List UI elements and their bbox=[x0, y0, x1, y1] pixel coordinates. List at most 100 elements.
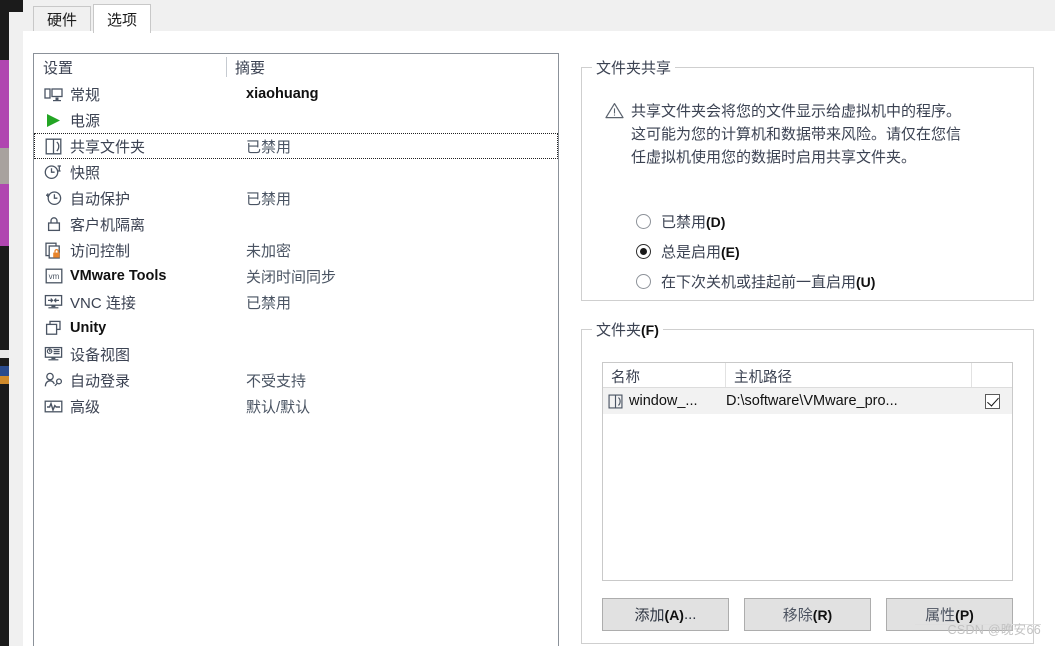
sharing-radio-accelerator: (D) bbox=[706, 213, 726, 230]
settings-row-12[interactable]: 自动登录 不受支持 bbox=[34, 367, 558, 393]
sharing-mode-radio-group: 已禁用(D) 总是启用(E) 在下次关机或挂起前一直启用(U) bbox=[636, 206, 875, 296]
settings-list-header: 设置 摘要 bbox=[34, 54, 558, 81]
settings-row-4[interactable]: 快照 bbox=[34, 159, 558, 185]
settings-row-label: 自动登录 bbox=[70, 372, 131, 390]
warning-triangle-icon bbox=[605, 100, 631, 169]
vmware-tools-icon: vm bbox=[43, 267, 64, 285]
device-view-icon bbox=[43, 345, 64, 363]
advanced-icon bbox=[43, 397, 64, 415]
monitor-icon bbox=[43, 85, 64, 103]
settings-row-label: VMware Tools bbox=[70, 268, 167, 284]
folder-name-text: window_... bbox=[629, 393, 698, 409]
folders-group: 文件夹(F) 名称 主机路径 window_... D:\software\VMw… bbox=[581, 319, 1034, 644]
folders-table-body: window_... D:\software\VMware_pro... bbox=[603, 388, 1012, 414]
settings-row-label: 电源 bbox=[70, 112, 101, 130]
shared-folder-icon bbox=[43, 137, 64, 155]
settings-row-6[interactable]: 客户机隔离 bbox=[34, 211, 558, 237]
settings-row-2[interactable]: 电源 bbox=[34, 107, 558, 133]
tab-hardware[interactable]: 硬件 bbox=[33, 6, 92, 32]
settings-row-9[interactable]: VNC 连接 已禁用 bbox=[34, 289, 558, 315]
background-window-edge bbox=[0, 0, 9, 646]
remove-folder-button[interactable]: 移除 (R) bbox=[744, 598, 871, 631]
button-accelerator: (A) bbox=[664, 606, 684, 623]
folders-legend: 文件夹(F) bbox=[592, 319, 663, 340]
svg-text:vm: vm bbox=[48, 272, 59, 281]
folders-table[interactable]: 名称 主机路径 window_... D:\software\VMware_pro… bbox=[602, 362, 1013, 581]
column-header-setting: 设置 bbox=[43, 60, 74, 77]
sharing-radio-text: 总是启用 bbox=[661, 243, 722, 261]
settings-row-label: 设备视图 bbox=[70, 346, 131, 364]
auto-login-icon bbox=[43, 371, 64, 389]
sharing-radio-label: 在下次关机或挂起前一直启用(U) bbox=[661, 271, 875, 292]
folder-row-icon bbox=[608, 393, 626, 409]
sharing-radio-text: 在下次关机或挂起前一直启用 bbox=[661, 273, 857, 291]
button-suffix: ... bbox=[683, 606, 697, 623]
watermark: CSDN @晚安66 bbox=[947, 623, 1041, 637]
folders-table-row[interactable]: window_... D:\software\VMware_pro... bbox=[603, 388, 1012, 414]
settings-row-label: 访问控制 bbox=[70, 242, 131, 260]
settings-row-10[interactable]: Unity bbox=[34, 315, 558, 341]
settings-row-summary: 已禁用 bbox=[246, 190, 292, 208]
settings-row-summary: xiaohuang bbox=[246, 86, 319, 102]
settings-row-summary: 默认/默认 bbox=[246, 398, 311, 416]
column-header-summary: 摘要 bbox=[235, 60, 266, 77]
radio-button-indicator[interactable] bbox=[636, 273, 651, 289]
radio-button-indicator[interactable] bbox=[636, 213, 651, 229]
vm-settings-options-window: 硬件 选项 设置 摘要 常规 xiaohuang 电源 共享文件夹 已禁用 快照 自动保护已… bbox=[0, 0, 1055, 646]
folders-col-name[interactable]: 名称 bbox=[603, 363, 726, 387]
folder-host-path-cell: D:\software\VMware_pro... bbox=[726, 393, 898, 409]
settings-row-summary: 已禁用 bbox=[246, 294, 292, 312]
folders-table-header: 名称 主机路径 bbox=[603, 363, 1012, 388]
autoprotect-icon bbox=[43, 189, 64, 207]
settings-row-1[interactable]: 常规 xiaohuang bbox=[34, 81, 558, 107]
folder-enabled-cell bbox=[972, 388, 1012, 414]
sharing-radio-text: 已禁用 bbox=[661, 213, 707, 231]
radio-button-indicator[interactable] bbox=[636, 243, 651, 259]
settings-row-8[interactable]: vm VMware Tools 关闭时间同步 bbox=[34, 263, 558, 289]
sharing-warning-text: 共享文件夹会将您的文件显示给虚拟机中的程序。这可能为您的计算机和数据带来风险。请… bbox=[631, 103, 962, 166]
sharing-warning: 共享文件夹会将您的文件显示给虚拟机中的程序。这可能为您的计算机和数据带来风险。请… bbox=[605, 100, 971, 169]
settings-row-summary: 关闭时间同步 bbox=[246, 268, 337, 286]
settings-row-summary: 不受支持 bbox=[246, 372, 307, 390]
settings-row-11[interactable]: 设备视图 bbox=[34, 341, 558, 367]
settings-row-label: Unity bbox=[70, 320, 107, 336]
unity-icon bbox=[43, 319, 64, 337]
settings-row-label: 常规 bbox=[70, 86, 101, 104]
tab-options-label: 选项 bbox=[107, 11, 138, 29]
settings-row-summary: 未加密 bbox=[246, 242, 292, 260]
settings-list-rows: 常规 xiaohuang 电源 共享文件夹 已禁用 快照 自动保护 已禁用 客户机隔离 访问控制未… bbox=[34, 81, 558, 419]
settings-row-label: 共享文件夹 bbox=[70, 138, 146, 156]
tab-bar: 硬件 选项 bbox=[23, 0, 1055, 33]
options-detail-pane: 文件夹共享 共享文件夹会将您的文件显示给虚拟机中的程序。这可能为您的计算机和数据… bbox=[581, 57, 1034, 644]
folder-name-cell: window_... bbox=[603, 388, 726, 414]
button-label: 移除 bbox=[782, 607, 813, 624]
settings-row-3[interactable]: 共享文件夹 已禁用 bbox=[34, 133, 558, 159]
column-divider[interactable] bbox=[226, 57, 227, 77]
snapshot-clock-icon bbox=[43, 163, 64, 181]
lock-icon bbox=[43, 215, 64, 233]
sharing-radio-label: 已禁用(D) bbox=[661, 211, 725, 232]
folder-sharing-group: 文件夹共享 共享文件夹会将您的文件显示给虚拟机中的程序。这可能为您的计算机和数据… bbox=[581, 57, 1034, 301]
folders-legend-text: 文件夹 bbox=[596, 322, 642, 339]
sharing-radio-accelerator: (U) bbox=[856, 273, 876, 290]
sharing-radio-3[interactable]: 在下次关机或挂起前一直启用(U) bbox=[636, 266, 875, 296]
settings-list-panel[interactable]: 设置 摘要 常规 xiaohuang 电源 共享文件夹 已禁用 快照 自动保护 已禁用 客户机隔… bbox=[33, 53, 559, 646]
settings-row-5[interactable]: 自动保护 已禁用 bbox=[34, 185, 558, 211]
folders-col-enabled[interactable] bbox=[972, 363, 1012, 387]
tab-underline bbox=[23, 31, 1055, 32]
settings-row-13[interactable]: 高级 默认/默认 bbox=[34, 393, 558, 419]
sharing-radio-1[interactable]: 已禁用(D) bbox=[636, 206, 875, 236]
add-folder-button[interactable]: 添加 (A)... bbox=[602, 598, 729, 631]
sharing-radio-2[interactable]: 总是启用(E) bbox=[636, 236, 875, 266]
folders-col-host-path[interactable]: 主机路径 bbox=[726, 363, 972, 387]
power-play-icon bbox=[43, 111, 64, 129]
button-accelerator: (R) bbox=[812, 606, 833, 623]
settings-row-7[interactable]: 访问控制 未加密 bbox=[34, 237, 558, 263]
settings-row-summary: 已禁用 bbox=[246, 138, 292, 156]
settings-row-label: 高级 bbox=[70, 398, 101, 416]
folder-enabled-checkbox[interactable] bbox=[984, 393, 1000, 409]
settings-row-label: 快照 bbox=[70, 164, 101, 182]
window-gutter bbox=[9, 0, 23, 646]
tab-options[interactable]: 选项 bbox=[93, 4, 152, 33]
sharing-radio-accelerator: (E) bbox=[721, 243, 740, 260]
